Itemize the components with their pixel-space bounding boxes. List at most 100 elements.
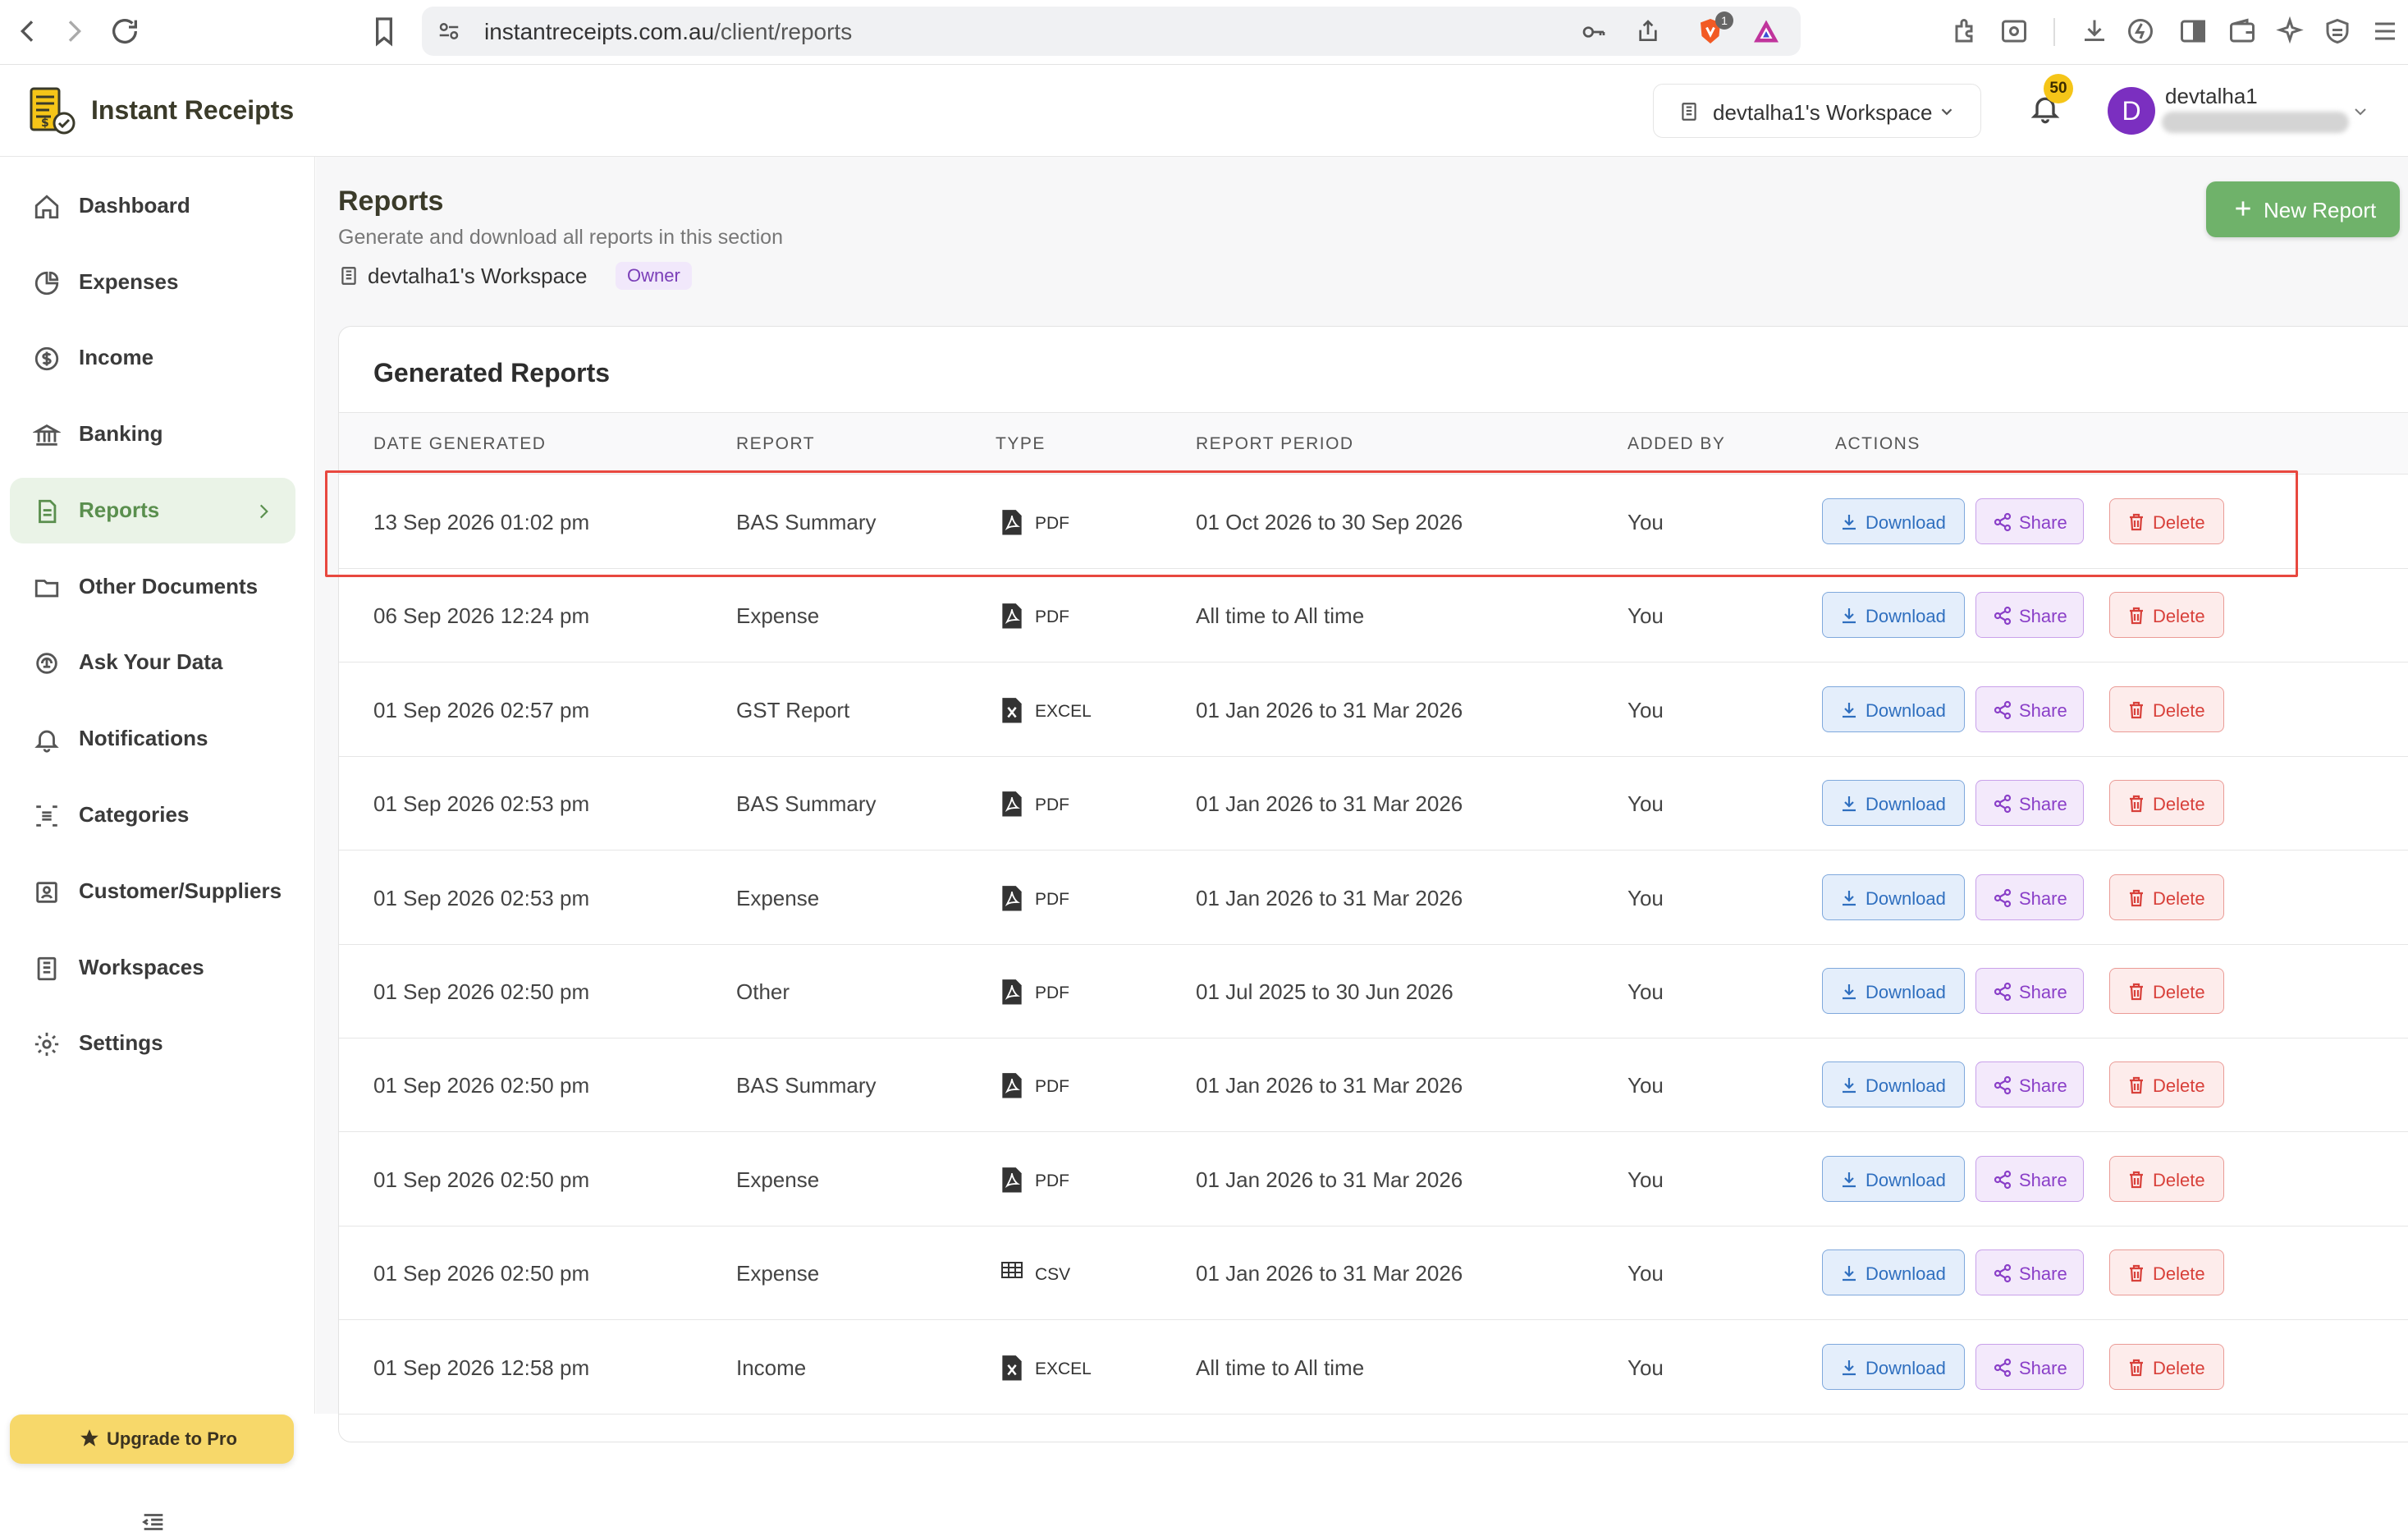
column-header-type[interactable]: TYPE bbox=[996, 434, 1046, 454]
bookmark-icon[interactable] bbox=[368, 15, 401, 48]
sidebar-item-banking[interactable]: Banking bbox=[10, 401, 295, 467]
download-button[interactable]: Download bbox=[1822, 685, 1965, 732]
cell-period: 01 Oct 2026 to 30 Sep 2026 bbox=[1196, 510, 1463, 534]
sidebar-item-reports[interactable]: Reports bbox=[10, 478, 295, 543]
column-header-date[interactable]: DATE GENERATED bbox=[373, 434, 546, 454]
download-manager-icon[interactable] bbox=[2080, 16, 2109, 46]
wallet-icon[interactable] bbox=[2227, 16, 2257, 46]
reload-icon[interactable] bbox=[108, 15, 141, 48]
forward-icon[interactable] bbox=[57, 15, 90, 48]
instant-receipts-logo[interactable]: $ bbox=[26, 85, 79, 138]
download-button[interactable]: Download bbox=[1822, 592, 1965, 639]
share-button[interactable]: Share bbox=[1975, 1343, 2084, 1390]
share-button[interactable]: Share bbox=[1975, 592, 2084, 639]
sidebar-item-ask-your-data[interactable]: Ask Your Data bbox=[10, 630, 295, 695]
download-button[interactable]: Download bbox=[1822, 1061, 1965, 1108]
delete-button[interactable]: Delete bbox=[2109, 1343, 2224, 1390]
delete-button[interactable]: Delete bbox=[2109, 1249, 2224, 1296]
delete-button[interactable]: Delete bbox=[2109, 498, 2224, 544]
download-icon bbox=[1839, 982, 1859, 1002]
user-name[interactable]: devtalha1 bbox=[2165, 84, 2258, 109]
brand-name[interactable]: Instant Receipts bbox=[91, 95, 294, 126]
cell-added-by: You bbox=[1627, 979, 1664, 1004]
type-label: PDF bbox=[1035, 889, 1069, 909]
delete-button[interactable]: Delete bbox=[2109, 968, 2224, 1014]
building-icon bbox=[37, 956, 57, 981]
sidebar-item-notifications[interactable]: Notifications bbox=[10, 706, 295, 772]
brave-rewards-icon[interactable] bbox=[1751, 16, 1781, 46]
delete-button[interactable]: Delete bbox=[2109, 873, 2224, 920]
download-button[interactable]: Download bbox=[1822, 780, 1965, 827]
share-button[interactable]: Share bbox=[1975, 968, 2084, 1014]
share-button[interactable]: Share bbox=[1975, 1155, 2084, 1202]
extensions-icon[interactable] bbox=[1952, 16, 1981, 46]
address-bar[interactable]: instantreceipts.com.au/client/reports 1 bbox=[422, 7, 1801, 56]
download-button[interactable]: Download bbox=[1822, 1249, 1965, 1296]
cell-added-by: You bbox=[1627, 603, 1664, 629]
sidebar-item-other-documents[interactable]: Other Documents bbox=[10, 554, 295, 620]
upgrade-to-pro-button[interactable]: Upgrade to Pro bbox=[10, 1414, 294, 1464]
speed-icon[interactable] bbox=[2126, 16, 2155, 46]
trash-icon bbox=[2126, 512, 2146, 532]
delete-button[interactable]: Delete bbox=[2109, 592, 2224, 639]
menu-icon[interactable] bbox=[2370, 16, 2400, 46]
excel-file-icon bbox=[1000, 697, 1023, 723]
pdf-file-icon bbox=[1000, 603, 1023, 629]
new-report-button[interactable]: New Report bbox=[2206, 181, 2400, 237]
download-button[interactable]: Download bbox=[1822, 498, 1965, 544]
avatar[interactable]: D bbox=[2108, 87, 2155, 135]
type-label: PDF bbox=[1035, 983, 1069, 1002]
back-icon[interactable] bbox=[11, 15, 44, 48]
trash-icon bbox=[2126, 1170, 2146, 1190]
cell-added-by: You bbox=[1627, 791, 1664, 817]
trash-icon bbox=[2126, 794, 2146, 814]
share-button[interactable]: Share bbox=[1975, 498, 2084, 544]
sidebar-item-settings[interactable]: Settings bbox=[10, 1011, 295, 1076]
delete-button[interactable]: Delete bbox=[2109, 1155, 2224, 1202]
table-row: 01 Sep 2026 12:58 pm Income EXCEL All time … bbox=[339, 1321, 2408, 1414]
user-menu-chevron-icon[interactable] bbox=[2351, 102, 2370, 122]
sidebar-item-income[interactable]: Income bbox=[10, 325, 295, 391]
site-settings-icon[interactable] bbox=[437, 19, 461, 44]
cell-period: 01 Jan 2026 to 31 Mar 2026 bbox=[1196, 1073, 1463, 1098]
delete-button[interactable]: Delete bbox=[2109, 685, 2224, 732]
download-icon bbox=[1839, 888, 1859, 908]
share-button[interactable]: Share bbox=[1975, 873, 2084, 920]
sidebar-item-customer-suppliers[interactable]: Customer/Suppliers bbox=[10, 859, 295, 924]
workspace-selector-label: devtalha1's Workspace bbox=[1713, 100, 1933, 125]
download-button[interactable]: Download bbox=[1822, 1343, 1965, 1390]
cell-period: 01 Jul 2025 to 30 Jun 2026 bbox=[1196, 979, 1453, 1004]
share-button[interactable]: Share bbox=[1975, 685, 2084, 732]
download-button[interactable]: Download bbox=[1822, 1155, 1965, 1202]
share-page-icon[interactable] bbox=[1635, 18, 1661, 44]
sidebar-item-expenses[interactable]: Expenses bbox=[10, 250, 295, 315]
column-header-report[interactable]: REPORT bbox=[736, 434, 815, 454]
sidebar-item-workspaces[interactable]: Workspaces bbox=[10, 935, 295, 1001]
delete-label: Delete bbox=[2153, 512, 2205, 533]
collapse-sidebar-icon[interactable] bbox=[140, 1508, 167, 1536]
new-report-label: New Report bbox=[2264, 198, 2377, 222]
reader-mode-icon[interactable] bbox=[1999, 16, 2029, 46]
key-icon[interactable] bbox=[1581, 19, 1607, 45]
share-button[interactable]: Share bbox=[1975, 780, 2084, 827]
cell-added-by: You bbox=[1627, 697, 1664, 722]
workspace-name: devtalha1's Workspace bbox=[368, 264, 588, 288]
sidebar-toggle-icon[interactable] bbox=[2178, 16, 2208, 46]
delete-button[interactable]: Delete bbox=[2109, 780, 2224, 827]
url-host: instantreceipts.com.au bbox=[484, 19, 715, 44]
cell-report: Expense bbox=[736, 603, 820, 629]
download-button[interactable]: Download bbox=[1822, 873, 1965, 920]
leo-ai-icon[interactable] bbox=[2275, 16, 2305, 46]
download-button[interactable]: Download bbox=[1822, 968, 1965, 1014]
ai-icon bbox=[36, 653, 57, 674]
share-button[interactable]: Share bbox=[1975, 1249, 2084, 1296]
column-header-period[interactable]: REPORT PERIOD bbox=[1196, 434, 1354, 454]
sidebar-item-categories[interactable]: Categories bbox=[10, 782, 295, 848]
delete-button[interactable]: Delete bbox=[2109, 1061, 2224, 1108]
workspace-selector[interactable]: devtalha1's Workspace bbox=[1653, 84, 1981, 138]
sidebar-item-dashboard[interactable]: Dashboard bbox=[10, 173, 295, 239]
share-button[interactable]: Share bbox=[1975, 1061, 2084, 1108]
column-header-added-by[interactable]: ADDED BY bbox=[1627, 434, 1725, 454]
vpn-icon[interactable] bbox=[2323, 16, 2352, 46]
share-label: Share bbox=[2019, 512, 2067, 533]
